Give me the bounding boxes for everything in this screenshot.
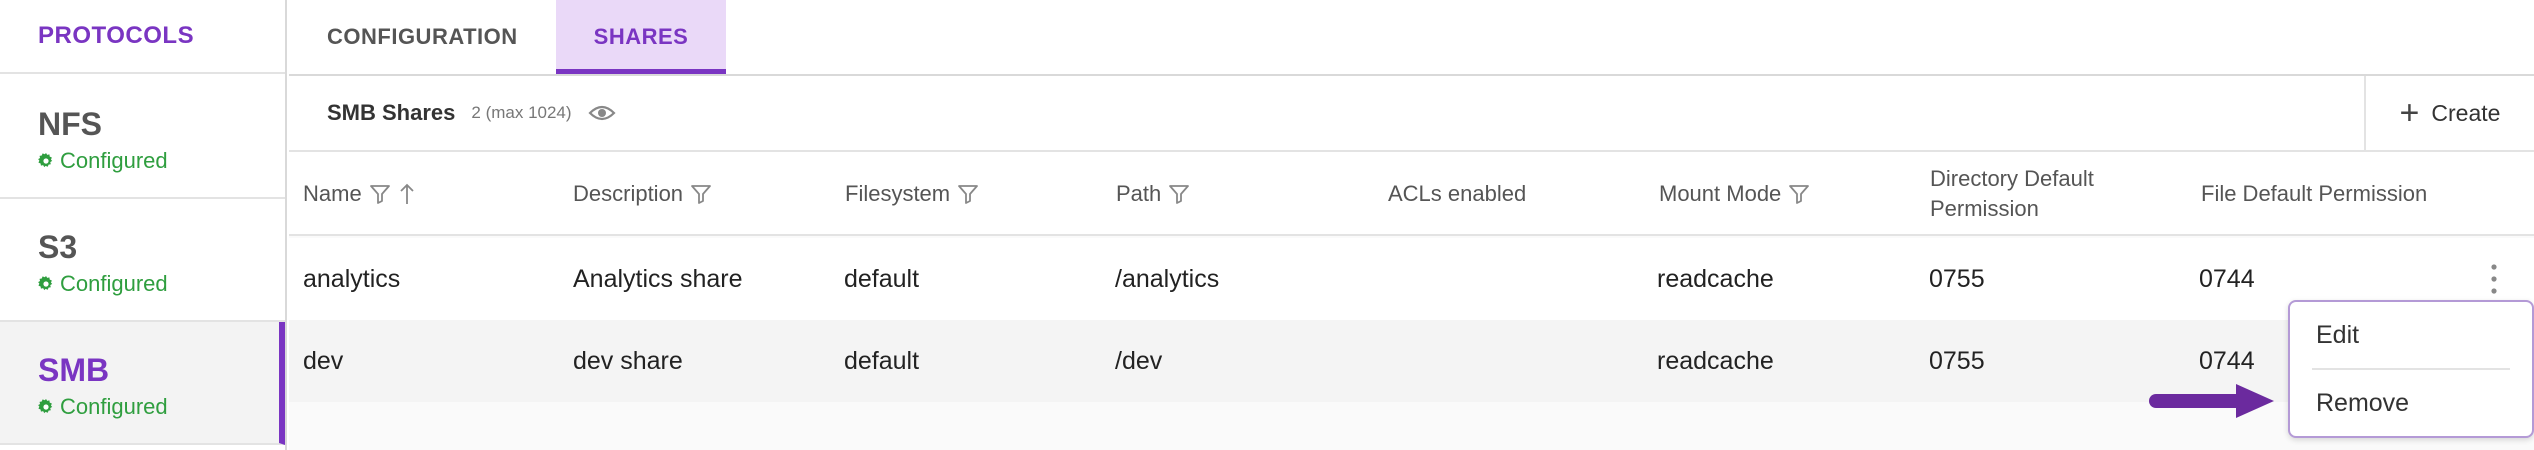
protocol-status: Configured [38, 148, 285, 174]
tab-configuration[interactable]: CONFIGURATION [289, 0, 556, 74]
protocol-name: S3 [38, 229, 78, 265]
protocol-name: SMB [38, 352, 110, 388]
filter-icon[interactable] [368, 182, 392, 206]
protocols-sidebar: PROTOCOLS NFS Configured S3 Configured S… [0, 0, 287, 450]
sidebar-item-smb[interactable]: SMB Configured [0, 322, 285, 445]
cell-name: analytics [303, 264, 401, 293]
column-label-line: Directory Default [1930, 166, 2094, 191]
protocol-status: Configured [38, 394, 279, 420]
filter-icon[interactable] [1167, 182, 1191, 206]
create-label: Create [2431, 99, 2501, 126]
filter-icon[interactable] [1787, 182, 1811, 206]
column-label: ACLs enabled [1388, 181, 1527, 206]
status-text: Configured [60, 271, 168, 296]
panel-header: SMB Shares 2 (max 1024) + Create [289, 76, 2534, 152]
cell-directory-permission: 0755 [1929, 346, 1985, 375]
table-row[interactable]: analytics Analytics share default /analy… [289, 238, 2534, 320]
column-header-path[interactable]: Path [1116, 152, 1191, 236]
annotation-arrow-icon [2149, 384, 2274, 418]
filter-icon[interactable] [689, 182, 713, 206]
cell-filesystem: default [844, 264, 920, 293]
cell-path: /analytics [1115, 264, 1220, 293]
protocol-status: Configured [38, 271, 285, 297]
sidebar-item-nfs[interactable]: NFS Configured [0, 76, 285, 199]
status-text: Configured [60, 148, 168, 173]
more-options-icon[interactable] [2488, 262, 2500, 296]
sidebar-header: PROTOCOLS [0, 0, 285, 74]
column-label: Mount Mode [1659, 181, 1782, 206]
status-text: Configured [60, 394, 168, 419]
cell-description: Analytics share [573, 264, 743, 293]
column-header-acls: ACLs enabled [1388, 152, 1526, 236]
column-label-line: Permission [1930, 196, 2039, 221]
column-label: Filesystem [845, 181, 951, 206]
cell-mount-mode: readcache [1657, 264, 1774, 293]
sort-ascending-icon[interactable] [398, 182, 416, 206]
filter-icon[interactable] [956, 182, 980, 206]
row-actions-menu: Edit Remove [2288, 300, 2534, 438]
cell-name: dev [303, 346, 344, 375]
column-header-file-permission: File Default Permission [2201, 152, 2427, 236]
column-label: File Default Permission [2201, 181, 2428, 206]
column-label: Description [573, 181, 684, 206]
cell-path: /dev [1115, 346, 1163, 375]
tab-bar: CONFIGURATION SHARES [289, 0, 2534, 76]
cell-filesystem: default [844, 346, 920, 375]
column-header-filesystem[interactable]: Filesystem [845, 152, 980, 236]
create-button[interactable]: + Create [2364, 76, 2534, 150]
cell-file-permission: 0744 [2199, 264, 2255, 293]
column-label: Directory Default Permission [1930, 164, 2094, 224]
column-header-mount-mode[interactable]: Mount Mode [1659, 152, 1811, 236]
column-header-directory-permission: Directory Default Permission [1930, 152, 2094, 236]
cell-description: dev share [573, 346, 683, 375]
gear-icon [38, 276, 53, 291]
cell-mount-mode: readcache [1657, 346, 1774, 375]
table-header: Name Description Filesystem Path ACLs en… [289, 152, 2534, 236]
column-header-description[interactable]: Description [573, 152, 713, 236]
column-label: Path [1116, 181, 1162, 206]
menu-item-edit[interactable]: Edit [2290, 302, 2532, 368]
share-count: 2 (max 1024) [471, 103, 572, 122]
sidebar-item-s3[interactable]: S3 Configured [0, 199, 285, 322]
column-label: Name [303, 181, 362, 206]
panel-title: SMB Shares [327, 100, 456, 125]
cell-directory-permission: 0755 [1929, 264, 1985, 293]
protocol-name: NFS [38, 106, 102, 142]
gear-icon [38, 399, 53, 414]
plus-icon: + [2399, 94, 2420, 132]
gear-icon [38, 153, 53, 168]
menu-item-remove[interactable]: Remove [2290, 370, 2532, 436]
sidebar-title: PROTOCOLS [38, 22, 195, 49]
column-header-name[interactable]: Name [303, 152, 416, 236]
eye-icon[interactable] [588, 103, 616, 123]
tab-shares[interactable]: SHARES [555, 0, 727, 74]
